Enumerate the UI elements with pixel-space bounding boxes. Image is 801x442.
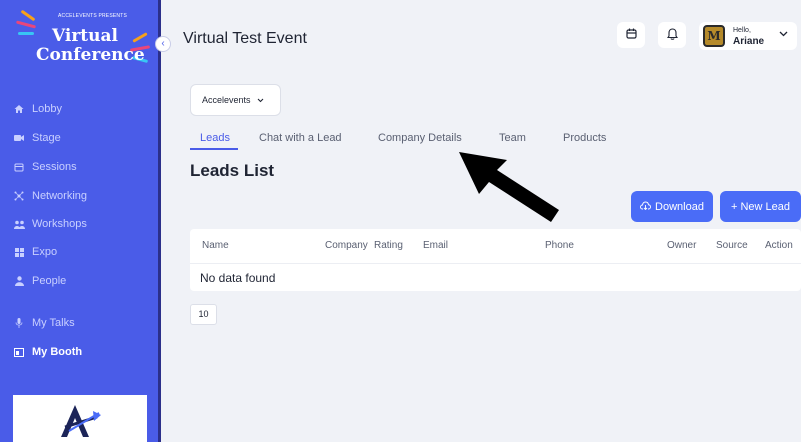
- column-header-phone[interactable]: Phone: [545, 240, 574, 251]
- logo-line-1: Virtual: [52, 26, 118, 46]
- sidebar-item-workshops[interactable]: Workshops: [13, 213, 87, 235]
- column-header-company[interactable]: Company: [325, 240, 368, 251]
- sidebar-item-label: Sessions: [32, 161, 77, 173]
- tab-chat-with-a-lead[interactable]: Chat with a Lead: [259, 132, 342, 144]
- tab-team[interactable]: Team: [499, 132, 526, 144]
- booth-icon: [13, 346, 25, 358]
- sponsor-logo[interactable]: [13, 395, 147, 442]
- calendar-button[interactable]: [617, 22, 645, 48]
- sidebar-item-sessions[interactable]: Sessions: [13, 156, 77, 178]
- sidebar-item-networking[interactable]: Networking: [13, 185, 87, 207]
- calendar-icon: [625, 28, 637, 42]
- event-title: Virtual Test Event: [183, 30, 307, 47]
- tab-company-details[interactable]: Company Details: [378, 132, 462, 144]
- sidebar-item-stage[interactable]: Stage: [13, 127, 61, 149]
- sidebar-item-label: Networking: [32, 190, 88, 202]
- top-bar: Virtual Test Event M Hello, Ariane: [161, 0, 801, 78]
- sidebar-item-label: Stage: [32, 132, 61, 144]
- sidebar-item-label: My Booth: [32, 346, 83, 358]
- column-header-email[interactable]: Email: [423, 240, 448, 251]
- microphone-icon: [13, 317, 25, 329]
- grid-icon: [13, 246, 25, 258]
- sidebar-item-label: Workshops: [32, 218, 87, 230]
- sidebar-item-label: Expo: [32, 246, 58, 258]
- column-header-rating[interactable]: Rating: [374, 240, 403, 251]
- avatar: M: [703, 25, 725, 47]
- logo-line-2: Conference: [36, 45, 145, 65]
- sidebar-item-people[interactable]: People: [13, 270, 66, 292]
- sidebar-item-label: People: [32, 275, 67, 287]
- sidebar-item-expo[interactable]: Expo: [13, 241, 57, 263]
- notifications-button[interactable]: [658, 22, 686, 48]
- network-icon: [13, 190, 25, 202]
- sidebar-item-my-booth[interactable]: My Booth: [13, 341, 82, 363]
- person-icon: [13, 275, 25, 287]
- sidebar-item-label: My Talks: [32, 317, 75, 329]
- people-icon: [13, 218, 25, 230]
- table-header-divider: [190, 263, 801, 264]
- video-icon: [13, 132, 25, 144]
- sidebar-item-my-talks[interactable]: My Talks: [13, 312, 75, 334]
- tab-leads[interactable]: Leads: [200, 132, 230, 144]
- column-header-owner[interactable]: Owner: [667, 240, 696, 251]
- column-header-name[interactable]: Name: [202, 240, 229, 251]
- page-size-select[interactable]: 10: [190, 304, 217, 325]
- home-icon: [13, 103, 25, 115]
- download-button-label: Download: [655, 200, 704, 213]
- tab-products[interactable]: Products: [563, 132, 606, 144]
- column-header-action[interactable]: Action: [765, 240, 793, 251]
- leads-table: Name Company Rating Email Phone Owner So…: [190, 229, 801, 291]
- chevron-left-icon[interactable]: ‹: [155, 36, 171, 52]
- new-lead-button-label: + New Lead: [730, 200, 790, 213]
- sidebar-item-lobby[interactable]: Lobby: [13, 98, 62, 120]
- page-title: Leads List: [190, 161, 275, 180]
- annotation-arrow: [459, 152, 559, 222]
- user-greeting: Hello,: [733, 27, 751, 34]
- user-name: Ariane: [733, 36, 765, 47]
- sidebar: ACCELEVENTS PRESENTS Virtual Conference …: [0, 0, 161, 442]
- exhibitor-select-value: Accelevents: [202, 95, 251, 105]
- empty-table-message: No data found: [200, 271, 276, 285]
- chevron-down-icon: [779, 29, 788, 40]
- column-header-source[interactable]: Source: [716, 240, 748, 251]
- bell-icon: [666, 27, 678, 43]
- user-menu[interactable]: M Hello, Ariane: [699, 22, 797, 50]
- sidebar-item-label: Lobby: [32, 103, 62, 115]
- exhibitor-select[interactable]: Accelevents: [190, 84, 281, 116]
- new-lead-button[interactable]: + New Lead: [720, 191, 801, 222]
- chevron-down-icon: [257, 96, 264, 105]
- logo-presenter-text: ACCELEVENTS PRESENTS: [58, 13, 128, 19]
- download-button[interactable]: Download: [631, 191, 713, 222]
- cloud-download-icon: [640, 201, 651, 213]
- booth-tabs: Leads Chat with a Lead Company Details T…: [190, 126, 690, 150]
- active-tab-indicator: [190, 148, 238, 150]
- calendar-icon: [13, 161, 25, 173]
- conference-logo[interactable]: ACCELEVENTS PRESENTS Virtual Conference: [14, 6, 154, 76]
